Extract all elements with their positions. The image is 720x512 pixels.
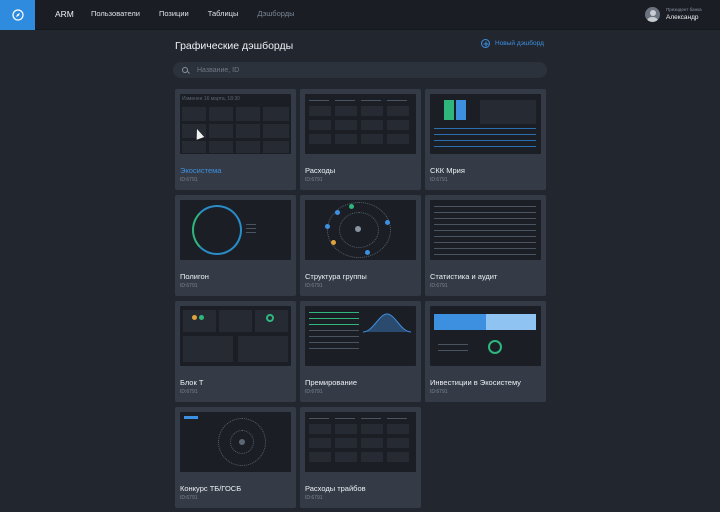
dashboard-card-bonuses[interactable]: Премирование ID:6791 [300,301,421,402]
card-id: ID:6791 [180,495,198,501]
dashboard-preview [430,200,541,260]
search-bar [173,62,547,78]
user-name: Александр [666,14,699,21]
dashboard-card-polygon[interactable]: Полигон ID:6791 [175,195,296,296]
card-title: Экосистема [180,166,222,175]
new-dashboard-label: Новый дэшборд [495,40,544,47]
card-id: ID:6791 [430,389,448,395]
app-logo[interactable] [0,0,35,30]
nav-tables[interactable]: Таблицы [208,9,239,18]
card-title: Инвестиции в Экосистему [430,378,521,387]
card-id: ID:6791 [305,283,323,289]
dashboard-card-tb-gosb-contest[interactable]: Конкурс ТБ/ГОСБ ID:6791 [175,407,296,508]
dashboard-card-expenses[interactable]: Расходы ID:6791 [300,89,421,190]
card-title: Расходы [305,166,336,175]
dashboard-preview [180,412,291,472]
dashboard-preview [180,306,291,366]
new-dashboard-button[interactable]: Новый дэшборд [481,39,544,48]
dashboard-card-ecosystem-investments[interactable]: Инвестиции в Экосистему ID:6791 [425,301,546,402]
dashboard-grid: Изменен 16 марта, 18:30 Экосистема ID:67… [175,89,547,512]
dashboard-card-ecosystem[interactable]: Изменен 16 марта, 18:30 Экосистема ID:67… [175,89,296,190]
card-title: СКК Мрия [430,166,465,175]
dashboard-preview [430,306,541,366]
user-role: Президент банка [666,7,702,12]
nav-positions[interactable]: Позиции [159,9,189,18]
dashboard-preview [180,200,291,260]
dashboard-preview [305,412,416,472]
top-bar: ARM Пользователи Позиции Таблицы Дэшборд… [0,0,720,30]
plus-circle-icon [481,39,490,48]
card-title: Статистика и аудит [430,272,498,281]
card-title: Структура группы [305,272,367,281]
dashboard-preview [305,306,416,366]
dashboard-preview [305,200,416,260]
card-id: ID:6791 [305,177,323,183]
dashboard-preview: Изменен 16 марта, 18:30 [180,94,291,154]
compass-icon [11,9,24,21]
dashboard-card-group-structure[interactable]: Структура группы ID:6791 [300,195,421,296]
dashboard-preview [305,94,416,154]
dashboard-card-tribe-expenses[interactable]: Расходы трайбов ID:6791 [300,407,421,508]
dashboard-card-stats-audit[interactable]: Статистика и аудит ID:6791 [425,195,546,296]
dashboard-card-skk-mriya[interactable]: СКК Мрия ID:6791 [425,89,546,190]
card-title: Полигон [180,272,209,281]
search-icon [182,67,188,73]
card-id: ID:6791 [305,389,323,395]
card-title: Конкурс ТБ/ГОСБ [180,484,242,493]
card-id: ID:6791 [180,177,198,183]
nav-dashboards[interactable]: Дэшборды [257,9,294,18]
card-id: ID:6791 [430,177,448,183]
user-menu[interactable]: Президент банка Александр [640,0,720,30]
page-title: Графические дэшборды [175,40,294,52]
card-id: ID:6791 [430,283,448,289]
brand-name[interactable]: ARM [55,9,74,19]
card-title: Премирование [305,378,357,387]
main-nav: Пользователи Позиции Таблицы Дэшборды [91,9,314,18]
card-id: ID:6791 [180,283,198,289]
dashboard-card-block-t[interactable]: Блок Т ID:6791 [175,301,296,402]
card-id: ID:6791 [180,389,198,395]
dashboard-preview [430,94,541,154]
card-id: ID:6791 [305,495,323,501]
avatar[interactable] [645,7,660,22]
card-title: Блок Т [180,378,204,387]
nav-users[interactable]: Пользователи [91,9,140,18]
search-input[interactable] [197,66,527,74]
preview-caption: Изменен 16 марта, 18:30 [182,96,240,102]
card-title: Расходы трайбов [305,484,366,493]
